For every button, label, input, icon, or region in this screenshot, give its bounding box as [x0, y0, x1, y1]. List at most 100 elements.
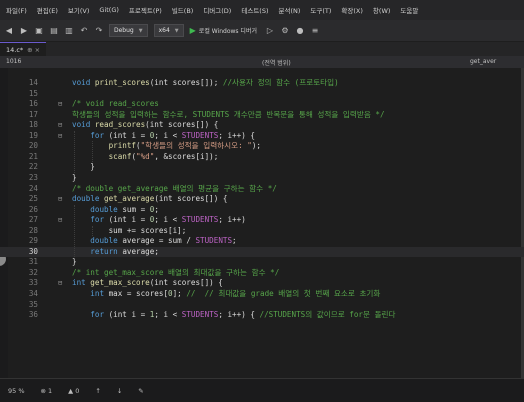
- code-line[interactable]: 33 ⊟ int get_max_score(int scores[]) {: [0, 278, 524, 289]
- menu-item[interactable]: 분석(N): [279, 5, 301, 15]
- code-token: ; i++): [218, 215, 246, 225]
- platform-select[interactable]: x64 ▼: [153, 24, 184, 37]
- code-line[interactable]: 24 /* double get_average 배열의 평균을 구하는 함수 *…: [0, 184, 524, 195]
- line-number: 31: [28, 257, 38, 267]
- menu-item[interactable]: 창(W): [373, 5, 390, 15]
- save-icon[interactable]: ▤: [49, 26, 59, 36]
- function-dropdown[interactable]: get_aver: [470, 58, 496, 65]
- code-line[interactable]: 25 ⊟ double get_average(int scores[]) {: [0, 194, 524, 205]
- start-debugging-button[interactable]: ▶ 로컬 Windows 디버거: [190, 26, 257, 35]
- nav-down-icon[interactable]: ↓: [117, 387, 122, 395]
- code-token: double: [90, 204, 123, 214]
- redo-icon[interactable]: ↷: [94, 26, 104, 36]
- play-icon: ▶: [189, 26, 196, 35]
- code-text: scanf("%d", &scores[i]);: [72, 151, 219, 163]
- code-line[interactable]: 31}: [0, 257, 524, 268]
- forward-icon[interactable]: ▶: [19, 26, 29, 36]
- breakpoint-icon[interactable]: ●: [295, 26, 305, 36]
- save-all-icon[interactable]: ▥: [64, 26, 74, 36]
- code-text: int get_max_score(int scores[]) {: [72, 278, 223, 289]
- code-line[interactable]: 21 scanf("%d", &scores[i]);: [0, 152, 524, 163]
- menu-item[interactable]: Git(G): [99, 6, 119, 14]
- menu-item[interactable]: 보기(V): [68, 5, 89, 15]
- fold-toggle-icon[interactable]: ⊟: [58, 120, 66, 131]
- scope-dropdown[interactable]: (전역 범위): [262, 58, 291, 67]
- code-line[interactable]: 16 ⊟ /* void read_scores: [0, 99, 524, 110]
- code-line[interactable]: 35: [0, 300, 524, 311]
- line-number: 28: [28, 225, 38, 235]
- code-line[interactable]: 14 void print_scores(int scores[]); //사용자…: [0, 78, 524, 89]
- code-line[interactable]: 26 double sum = 0;: [0, 205, 524, 216]
- cleanup-icon[interactable]: ✎: [138, 387, 143, 395]
- code-text: void print_scores(int scores[]); //사용자 정…: [72, 78, 339, 89]
- fold-toggle-icon[interactable]: ⊟: [58, 131, 66, 142]
- code-token: }: [72, 162, 95, 172]
- code-line[interactable]: 34 int max = scores[0]; // // 최대값을 grade…: [0, 289, 524, 300]
- chevron-down-icon: ▼: [174, 27, 179, 34]
- menu-item[interactable]: 테스트(S): [241, 5, 268, 15]
- project-dropdown[interactable]: 1016: [6, 58, 21, 65]
- code-line[interactable]: 27 ⊟ for (int i = 0; i < STUDENTS; i++): [0, 215, 524, 226]
- code-line[interactable]: 20 printf("학생들의 성적을 입력하시오: ");: [0, 141, 524, 152]
- code-text: double average = sum / STUDENTS;: [72, 236, 236, 247]
- code-token: average;: [122, 246, 159, 256]
- error-count[interactable]: ⊗ 1: [41, 387, 53, 395]
- code-line[interactable]: 17 학생들의 성적을 입력하는 함수로, STUDENTS 개수만큼 반복문을 …: [0, 110, 524, 121]
- run-without-debug-icon[interactable]: ▷: [265, 26, 275, 36]
- tab-file[interactable]: 14.c* ⊕ ×: [0, 41, 47, 57]
- line-number: 32: [28, 267, 38, 277]
- zoom-level[interactable]: 95 %: [8, 387, 25, 395]
- code-line[interactable]: 30 return average;: [0, 246, 524, 258]
- code-line[interactable]: 29 double average = sum / STUDENTS;: [0, 236, 524, 247]
- toolbar: ◀ ▶ ▣ ▤ ▥ ↶ ↷ Debug ▼ x64 ▼ ▶ 로컬 Windows 디버…: [0, 20, 524, 42]
- code-text: }: [72, 162, 95, 173]
- settings-icon[interactable]: ⚙: [280, 26, 290, 36]
- fold-toggle-icon[interactable]: ⊟: [58, 99, 66, 110]
- code-token: , &scores[i]);: [154, 151, 219, 161]
- chevron-down-icon: ▼: [138, 27, 143, 34]
- code-line[interactable]: 28 sum += scores[i];: [0, 226, 524, 237]
- line-number: 26: [28, 204, 38, 214]
- tab-close-icon[interactable]: ⊕ ×: [27, 46, 40, 54]
- line-number: 34: [28, 289, 38, 298]
- toolbar-more-icon[interactable]: ≡: [310, 26, 320, 36]
- code-token: read_scores: [94, 120, 146, 130]
- menu-item[interactable]: 파일(F): [6, 5, 27, 15]
- line-number: 23: [28, 172, 38, 182]
- code-text: int max = scores[0]; // // 최대값을 grade 배열…: [72, 289, 380, 300]
- code-token: get_average: [104, 194, 155, 204]
- code-line[interactable]: 23}: [0, 173, 524, 184]
- new-file-icon[interactable]: ▣: [34, 26, 44, 36]
- error-count-value: 1: [48, 386, 53, 395]
- menu-item[interactable]: 도움말: [400, 5, 418, 15]
- code-line[interactable]: 19 ⊟ for (int i = 0; i < STUDENTS; i++) {: [0, 131, 524, 142]
- code-line[interactable]: 18 ⊟ void read_scores(int scores[]) {: [0, 120, 524, 131]
- code-editor[interactable]: 14 void print_scores(int scores[]); //사용자…: [0, 68, 524, 378]
- menu-item[interactable]: 도구(T): [310, 5, 331, 15]
- configuration-select[interactable]: Debug ▼: [109, 24, 148, 37]
- code-line[interactable]: 22 }: [0, 162, 524, 173]
- fold-toggle-icon[interactable]: ⊟: [58, 194, 66, 205]
- menu-item[interactable]: 빌드(B): [172, 5, 194, 15]
- code-token: (int scores[]) {: [154, 194, 228, 204]
- menu-item[interactable]: 프로젝트(P): [129, 5, 162, 15]
- code-token: printf: [108, 141, 137, 151]
- code-text: for (int i = 0; i < STUDENTS; i++) {: [72, 131, 255, 142]
- code-token: // // 최대값을 grade 배열의 첫 번째 요소로 초기화: [186, 289, 381, 298]
- configuration-value: Debug: [114, 27, 134, 34]
- menu-item[interactable]: 디버그(D): [203, 5, 231, 15]
- menu-item[interactable]: 편집(E): [37, 5, 58, 15]
- nav-up-icon[interactable]: ↑: [95, 387, 100, 395]
- fold-toggle-icon[interactable]: ⊟: [58, 278, 66, 289]
- fold-toggle-icon[interactable]: ⊟: [58, 215, 66, 226]
- code-line[interactable]: 32 /* int get_max_score 배열의 최대값을 구하는 함수 *…: [0, 268, 524, 279]
- code-token: double: [90, 236, 123, 246]
- warning-count[interactable]: ▲ 0: [68, 387, 79, 395]
- menu-item[interactable]: 확장(X): [341, 5, 363, 15]
- undo-icon[interactable]: ↶: [79, 26, 89, 36]
- line-number: 21: [28, 151, 38, 161]
- back-icon[interactable]: ◀: [4, 26, 14, 36]
- code-line[interactable]: 15: [0, 89, 524, 100]
- code-token: STUDENTS: [181, 215, 219, 225]
- code-line[interactable]: 36 for (int i = 1; i < STUDENTS; i++) { …: [0, 310, 524, 321]
